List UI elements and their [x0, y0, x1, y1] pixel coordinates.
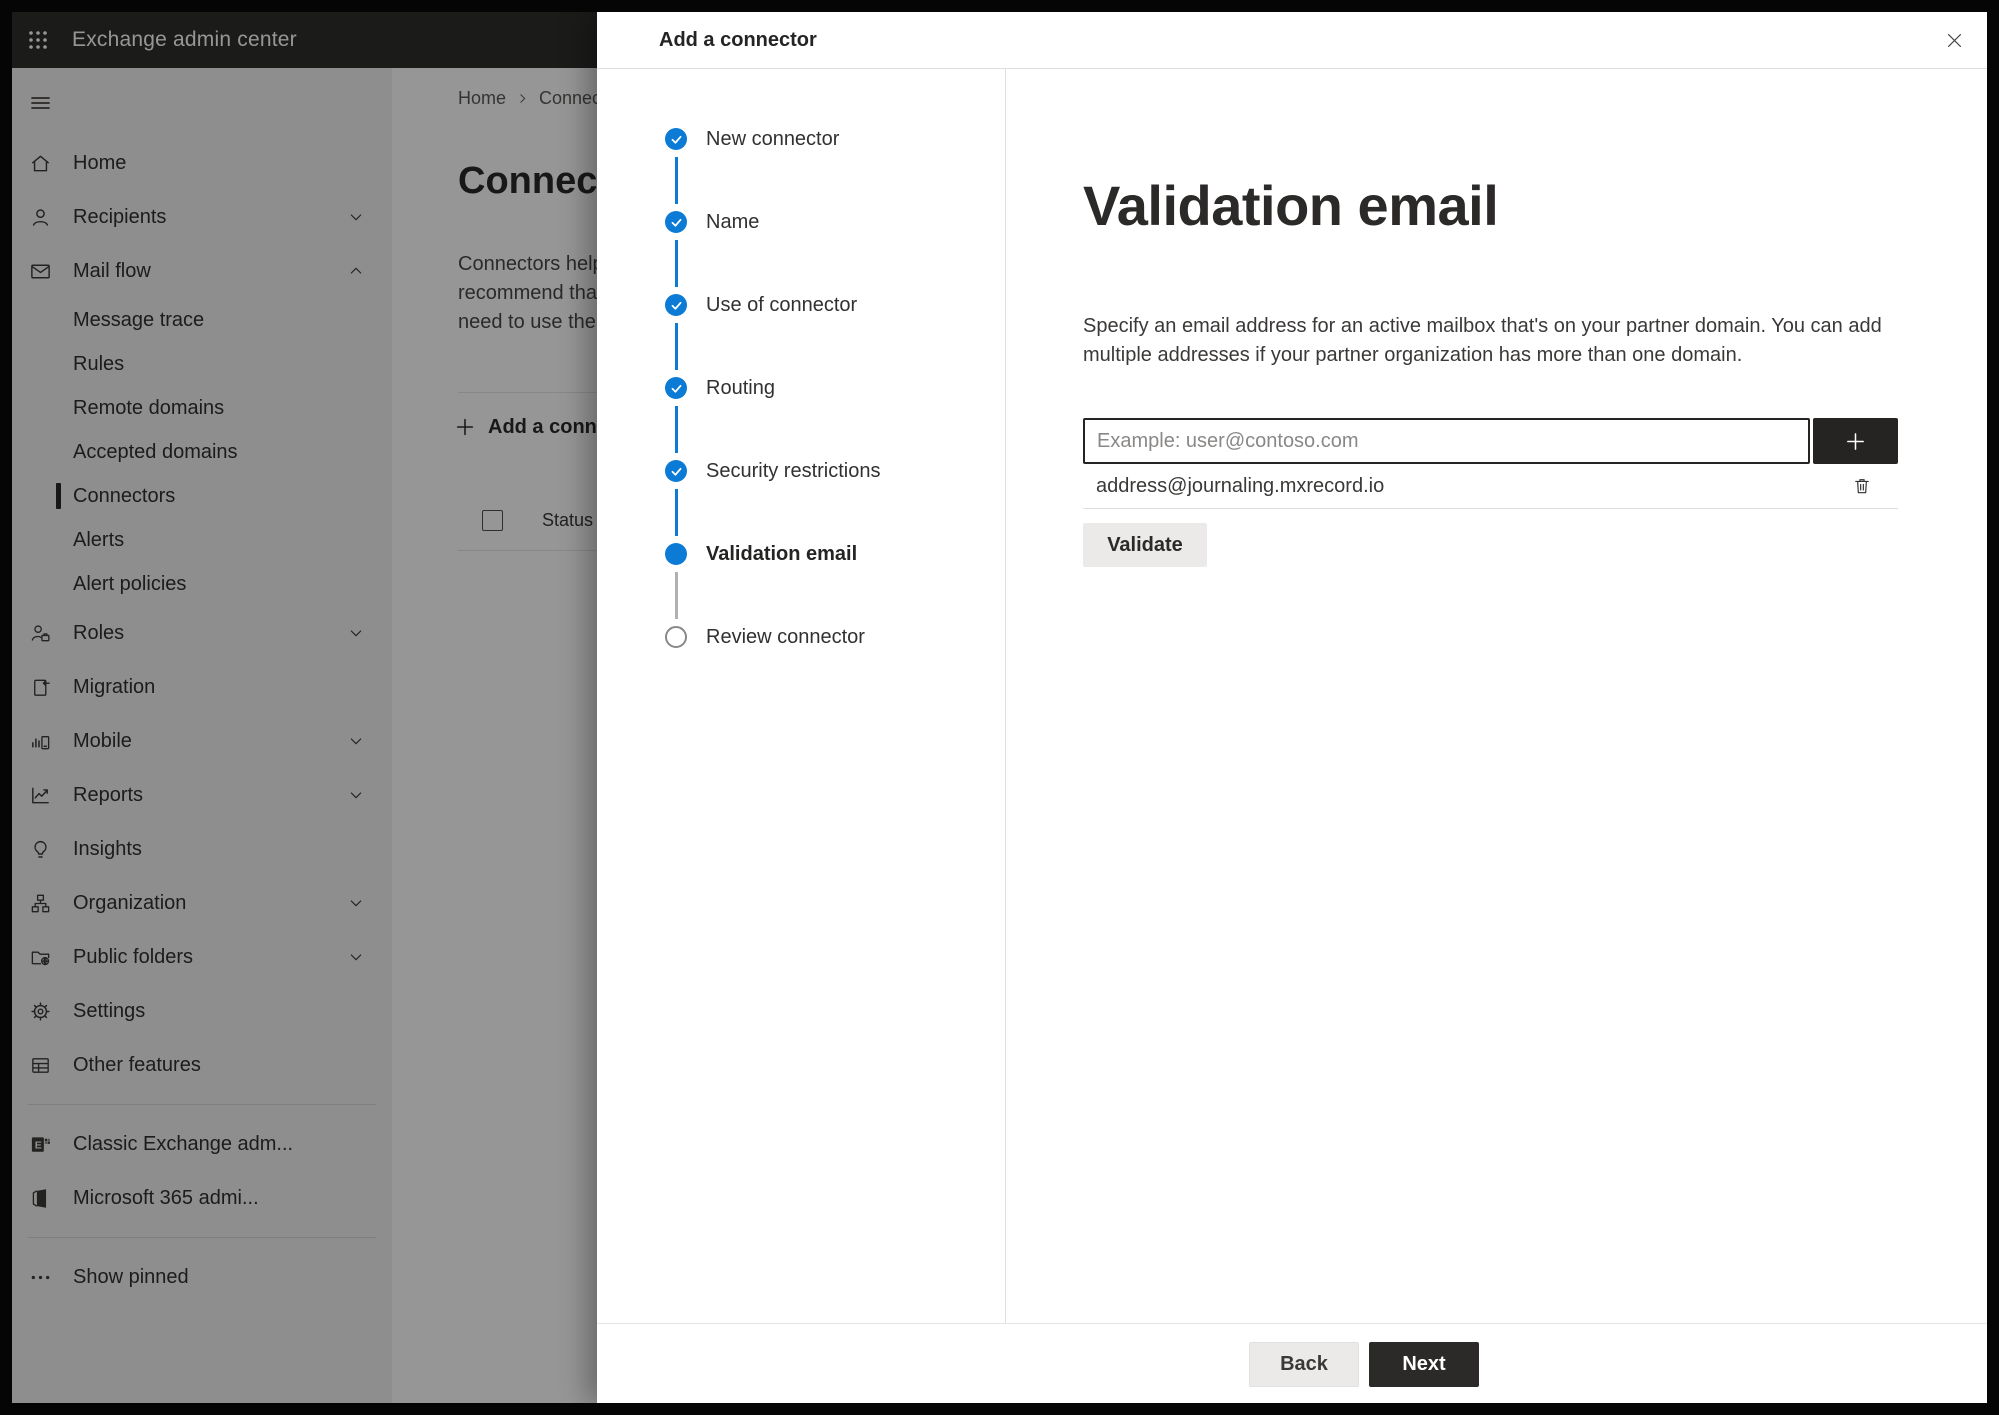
close-button[interactable]: [1937, 23, 1971, 57]
step-empty-dot: [665, 626, 687, 648]
dialog-body: New connector Name Use of connector Rout…: [597, 69, 1987, 1323]
add-address-button[interactable]: [1813, 418, 1898, 464]
back-button[interactable]: Back: [1249, 1342, 1359, 1387]
dialog-header: Add a connector: [597, 12, 1987, 69]
validation-email-input[interactable]: [1083, 418, 1810, 464]
wizard-stepper: New connector Name Use of connector Rout…: [597, 69, 1006, 1323]
step-review-connector[interactable]: Review connector: [665, 626, 1005, 709]
dialog-title: Add a connector: [659, 28, 817, 51]
address-value: address@journaling.mxrecord.io: [1096, 474, 1385, 497]
app-window: Exchange admin center Home Recipients Ma…: [12, 12, 1987, 1403]
next-button[interactable]: Next: [1369, 1342, 1479, 1387]
step-security-restrictions[interactable]: Security restrictions: [665, 460, 1005, 543]
step-validation-email[interactable]: Validation email: [665, 543, 1005, 626]
dialog-footer: Back Next: [597, 1323, 1987, 1403]
step-label: New connector: [706, 128, 840, 150]
plus-icon: [1844, 430, 1867, 453]
step-routing[interactable]: Routing: [665, 377, 1005, 460]
step-new-connector[interactable]: New connector: [665, 128, 1005, 211]
step-check-icon: [665, 460, 687, 482]
address-list-item: address@journaling.mxrecord.io: [1083, 464, 1898, 509]
step-check-icon: [665, 377, 687, 399]
step-check-icon: [665, 211, 687, 233]
email-entry-row: [1083, 418, 1898, 464]
step-label: Validation email: [706, 543, 858, 565]
step-check-icon: [665, 128, 687, 150]
delete-address-button[interactable]: [1852, 476, 1872, 496]
step-label: Routing: [706, 377, 775, 399]
modal-scrim: [12, 12, 597, 1403]
close-icon: [1945, 31, 1964, 50]
step-heading: Validation email: [1083, 174, 1499, 237]
step-label: Use of connector: [706, 294, 858, 316]
step-check-icon: [665, 294, 687, 316]
step-description: Specify an email address for an active m…: [1083, 315, 1882, 366]
trash-icon: [1852, 476, 1872, 496]
validate-button[interactable]: Validate: [1083, 523, 1207, 567]
step-label: Security restrictions: [706, 460, 881, 482]
step-current-dot: [665, 543, 687, 565]
step-name[interactable]: Name: [665, 211, 1005, 294]
dialog-content: Validation email Specify an email addres…: [1006, 69, 1987, 1323]
step-label: Review connector: [706, 626, 865, 648]
step-use-of-connector[interactable]: Use of connector: [665, 294, 1005, 377]
add-connector-dialog: Add a connector New connector Name Use o…: [597, 12, 1987, 1403]
step-label: Name: [706, 211, 760, 233]
